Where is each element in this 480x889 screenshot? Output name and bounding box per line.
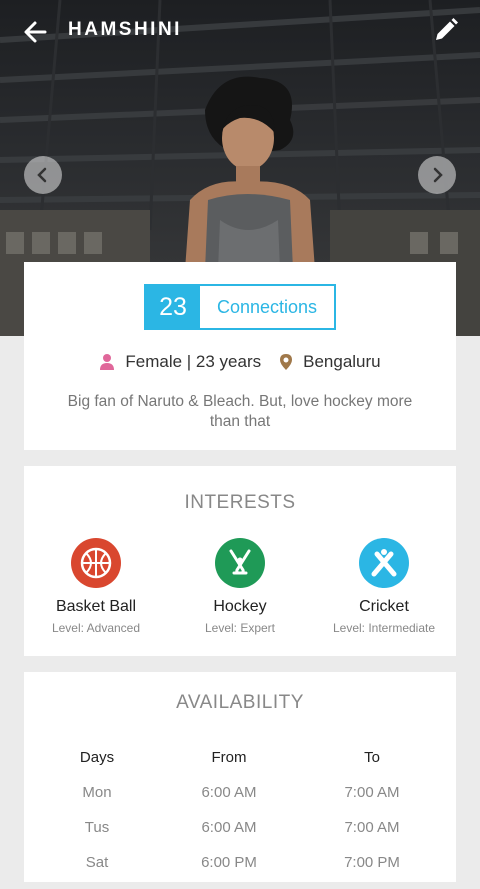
chevron-right-icon [433,167,443,183]
table-cell: 6:00 AM [201,819,257,836]
interest-level: Level: Intermediate [332,621,436,635]
table-row: Tus 6:00 AM 7:00 AM [24,810,456,845]
column-header: From [211,749,247,766]
interests-title: INTERESTS [184,492,296,513]
interest-item[interactable]: Basket Ball Level: Advanced [24,538,168,635]
chevron-left-icon [37,167,47,183]
arrow-left-icon [24,21,47,43]
table-cell: 6:00 AM [201,784,257,801]
hockey-icon [215,538,265,588]
interest-name: Hockey [213,598,267,615]
table-cell: 7:00 PM [344,854,400,871]
basketball-icon [71,538,121,588]
table-cell: Tus [84,819,110,836]
connections-count: 23 [146,286,200,328]
availability-table: Days From To Mon 6:00 AM 7:00 AM Tus 6:0… [24,740,456,880]
table-row: Mon 6:00 AM 7:00 AM [24,775,456,810]
profile-meta: Female | 23 years Bengaluru [24,352,456,372]
previous-photo-button[interactable] [24,156,62,194]
profile-summary-card: 23 Connections Female | 23 years Bengalu… [24,262,456,450]
interest-level: Level: Advanced [51,621,141,635]
table-cell: 6:00 PM [201,854,257,871]
interest-name: Basket Ball [55,598,137,615]
edit-profile-button[interactable] [428,14,462,48]
cricket-icon [359,538,409,588]
interest-item[interactable]: Cricket Level: Intermediate [312,538,456,635]
interest-item[interactable]: Hockey Level: Expert [168,538,312,635]
gender-age: Female | 23 years [125,352,262,371]
table-cell: 7:00 AM [344,784,400,801]
person-icon [99,353,115,371]
interest-level: Level: Expert [204,621,276,635]
availability-title: AVAILABILITY [176,692,304,713]
page-title: HAMSHINI [68,19,182,40]
table-cell: 7:00 AM [344,819,400,836]
interest-name: Cricket [359,598,409,615]
next-photo-button[interactable] [418,156,456,194]
back-button[interactable] [18,14,54,50]
interests-card: INTERESTS Basket Ball Level: Advanced Ho… [24,466,456,656]
table-row: Sat 6:00 PM 7:00 PM [24,845,456,880]
column-header: Days [79,749,115,766]
pencil-icon [436,18,458,40]
connections-label: Connections [216,296,318,317]
table-header-row: Days From To [24,740,456,775]
availability-card: AVAILABILITY Days From To Mon 6:00 AM 7:… [24,672,456,882]
connections-button[interactable]: 23 Connections [144,284,336,330]
location: Bengaluru [303,352,381,371]
bio-text: Big fan of Naruto & Bleach. But, love ho… [67,393,413,430]
location-pin-icon [279,353,293,371]
table-cell: Mon [82,784,112,801]
column-header: To [364,749,380,766]
table-cell: Sat [85,854,109,871]
